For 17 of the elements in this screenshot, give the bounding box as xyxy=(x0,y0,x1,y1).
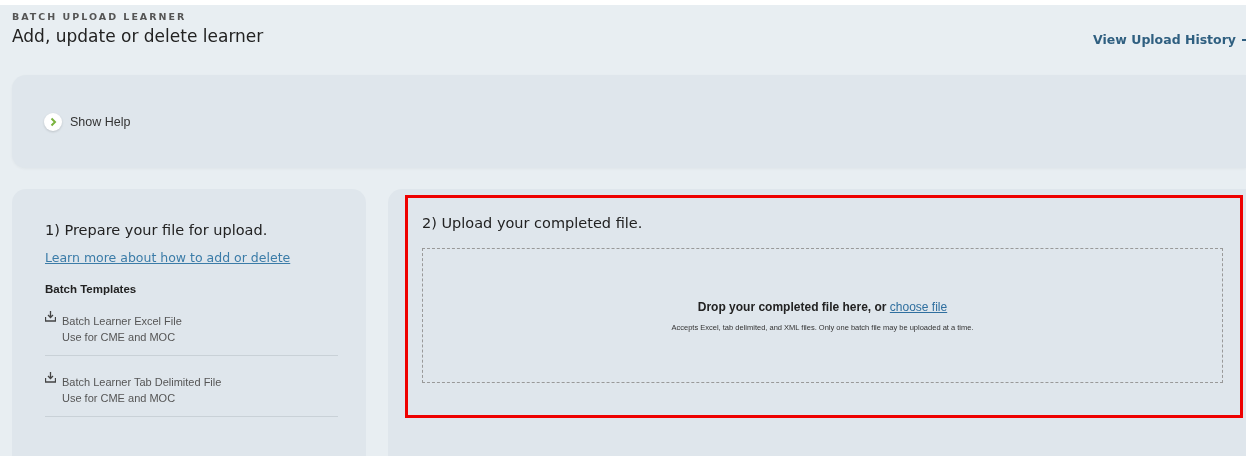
template-name[interactable]: Batch Learner Excel File xyxy=(62,315,182,327)
choose-file-link[interactable]: choose file xyxy=(889,299,948,314)
section-heading: 1) Prepare your file for upload. xyxy=(45,222,269,238)
drop-instructions: Drop your completed file here, or choose file xyxy=(697,299,948,314)
template-name[interactable]: Batch Learner Tab Delimited File xyxy=(62,376,222,388)
template-note: Use for CME and MOC xyxy=(62,331,177,343)
download-icon[interactable] xyxy=(45,311,56,322)
template-note: Use for CME and MOC xyxy=(62,392,177,404)
chevron-icon xyxy=(44,112,62,131)
view-upload-history-link[interactable]: View Upload History xyxy=(1093,32,1236,47)
learn-more-link[interactable]: Learn more about how to add or delete xyxy=(45,250,291,265)
download-icon[interactable] xyxy=(45,372,56,383)
page-title: Add, update or delete learner xyxy=(12,26,264,46)
show-help-toggle[interactable]: Show Help xyxy=(44,112,131,131)
section-heading: 2) Upload your completed file. xyxy=(422,215,644,231)
templates-heading: Batch Templates xyxy=(45,283,138,295)
page-eyebrow: BATCH UPLOAD LEARNER xyxy=(12,11,188,22)
